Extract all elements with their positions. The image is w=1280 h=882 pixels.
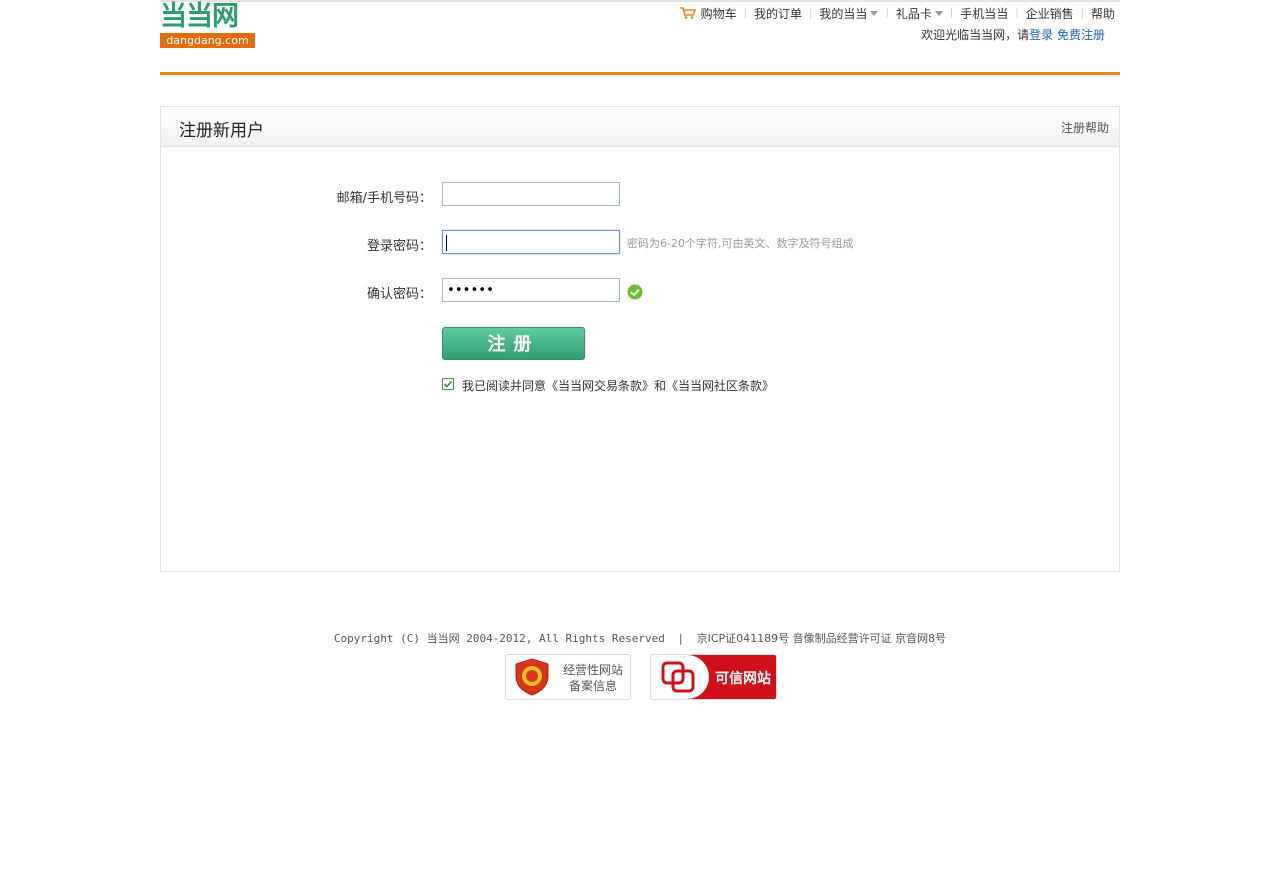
- cart-icon: [679, 7, 696, 19]
- nav-mobile[interactable]: 手机当当: [960, 5, 1008, 22]
- password-field[interactable]: [442, 230, 620, 254]
- nav-separator: |: [1015, 7, 1019, 19]
- nav-my-dangdang[interactable]: 我的当当: [819, 5, 879, 22]
- badge2-left: [651, 655, 709, 699]
- nav-separator: |: [949, 7, 954, 19]
- trusted-site-icon: [661, 661, 695, 693]
- badge1-line2: 备案信息: [568, 679, 617, 693]
- badge1-text: 经营性网站 备案信息: [558, 662, 628, 694]
- register-help-link[interactable]: 注册帮助: [1061, 119, 1109, 136]
- email-field[interactable]: [442, 182, 620, 206]
- top-navigation: 购物车 | 我的订单 | 我的当当 | 礼品卡 | 手机当当 | 企业销售 | …: [679, 5, 1115, 22]
- dropdown-arrow-icon: [870, 10, 879, 16]
- trade-terms-link[interactable]: 《当当网交易条款》: [546, 379, 654, 393]
- checkbox-checked-icon[interactable]: [442, 378, 454, 390]
- footer: Copyright (C) 当当网 2004-2012, All Rights …: [0, 630, 1280, 646]
- page-title: 注册新用户: [179, 121, 264, 141]
- top-border: [160, 0, 1120, 2]
- register-panel: 注册新用户 注册帮助 邮箱/手机号码： 登录密码： 密码为6-20个字符,可由英…: [160, 106, 1120, 572]
- copyright-text: Copyright (C) 当当网 2004-2012, All Rights …: [333, 632, 665, 645]
- confirm-password-label: 确认密码：: [366, 287, 432, 302]
- nav-orders[interactable]: 我的订单: [754, 5, 802, 22]
- icp-text: 京ICP证041189号 音像制品经营许可证 京音网8号: [696, 632, 947, 645]
- nav-separator: |: [809, 7, 813, 19]
- community-terms-link[interactable]: 《当当网社区条款》: [666, 379, 774, 393]
- agreement-prefix: 我已阅读并同意: [462, 379, 547, 393]
- nav-enterprise[interactable]: 企业销售: [1026, 5, 1074, 22]
- badge1-line1: 经营性网站: [562, 663, 623, 677]
- footer-separator: |: [678, 632, 683, 645]
- agreement-text: 我已阅读并同意《当当网交易条款》和《当当网社区条款》: [462, 377, 774, 394]
- password-hint: 密码为6-20个字符,可由英文、数字及符号组成: [627, 237, 854, 250]
- text-caret: [446, 235, 447, 251]
- nav-gift-label: 礼品卡: [895, 6, 932, 21]
- shield-badge-icon: [515, 658, 549, 696]
- dangdang-logo[interactable]: 当当网 dangdang.com: [160, 1, 256, 48]
- checkmark-icon: [627, 284, 643, 300]
- register-button[interactable]: 注册: [442, 327, 585, 360]
- agreement-and: 和: [654, 379, 667, 393]
- register-link[interactable]: 免费注册: [1057, 28, 1105, 42]
- trusted-site-badge[interactable]: 可信网站: [650, 654, 777, 700]
- logo-cn: 当当网: [160, 1, 239, 32]
- badge2-text: 可信网站: [715, 671, 771, 687]
- nav-cart-label: 购物车: [700, 6, 737, 21]
- welcome-bar: 欢迎光临当当网，请登录 免费注册: [921, 26, 1105, 43]
- nav-gift-card[interactable]: 礼品卡: [896, 5, 943, 22]
- business-record-badge[interactable]: 经营性网站 备案信息: [505, 654, 631, 700]
- nav-help[interactable]: 帮助: [1091, 5, 1115, 22]
- nav-separator: |: [1080, 7, 1084, 19]
- header-divider: [160, 72, 1120, 75]
- nav-cart[interactable]: 购物车: [679, 5, 737, 22]
- password-label: 登录密码：: [366, 239, 432, 254]
- nav-separator: |: [885, 7, 889, 19]
- confirm-password-field[interactable]: [442, 278, 620, 302]
- login-link[interactable]: 登录: [1029, 28, 1053, 42]
- email-label: 邮箱/手机号码：: [336, 191, 432, 206]
- panel-header: 注册新用户 注册帮助: [161, 107, 1119, 147]
- nav-my-label: 我的当当: [819, 6, 868, 21]
- nav-separator: |: [743, 7, 748, 19]
- logo-en: dangdang.com: [160, 33, 255, 48]
- welcome-text: 欢迎光临当当网，请: [921, 28, 1030, 42]
- dropdown-arrow-icon: [934, 10, 943, 16]
